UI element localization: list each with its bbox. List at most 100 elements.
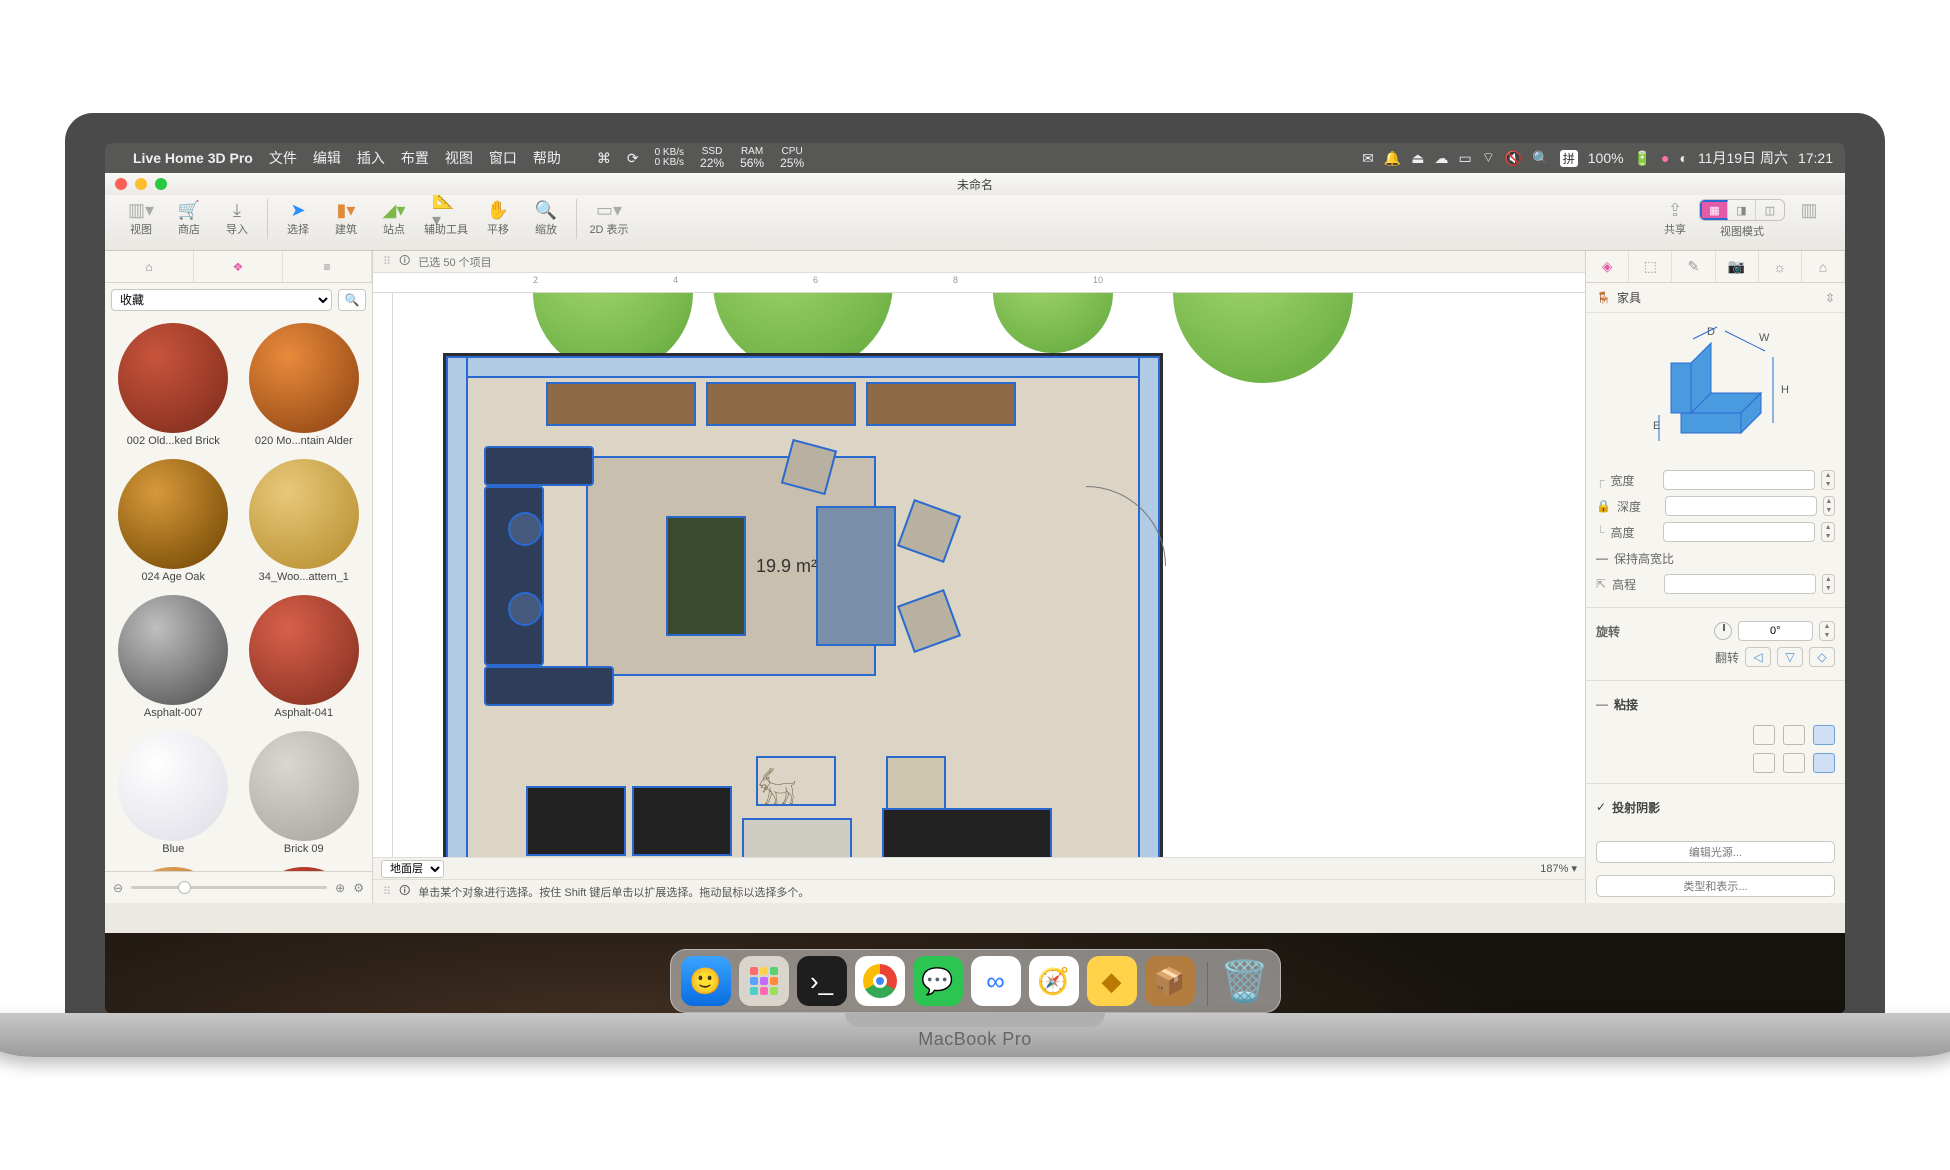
thumbnail-size-slider[interactable]: ⊖ ⊕ ⚙︎: [105, 871, 372, 903]
flip-vertical-button[interactable]: ▽: [1777, 647, 1803, 667]
tray-icon[interactable]: 🔔: [1384, 150, 1401, 167]
toolbar-import[interactable]: ⤓导入: [213, 199, 261, 237]
prop-cast-shadow[interactable]: ✓投射阴影: [1596, 794, 1835, 820]
toolbar-inspector[interactable]: ▥: [1785, 199, 1833, 221]
armchair[interactable]: [886, 756, 946, 816]
elevation-input[interactable]: [1664, 574, 1816, 594]
plant[interactable]: [1173, 293, 1353, 383]
depth-stepper[interactable]: ▲▼: [1823, 496, 1835, 516]
width-stepper[interactable]: ▲▼: [1821, 470, 1835, 490]
screen-mirror-icon[interactable]: ▭: [1458, 150, 1471, 167]
window[interactable]: [866, 382, 1016, 426]
toolbar-zoom[interactable]: 🔍缩放: [522, 199, 570, 237]
toolbar-build[interactable]: ▮▾建筑: [322, 199, 370, 237]
snap-option[interactable]: [1753, 725, 1775, 745]
tab-edit[interactable]: ✎: [1672, 251, 1715, 282]
inspector-section-header[interactable]: 🪑 家具 ⇳: [1586, 283, 1845, 313]
tab-project[interactable]: ≡: [283, 251, 372, 282]
tab-library[interactable]: ⌂: [105, 251, 194, 282]
grip-icon[interactable]: ⠿: [383, 255, 391, 268]
tab-materials[interactable]: ⬚: [1629, 251, 1672, 282]
tv-unit[interactable]: [632, 786, 732, 856]
gear-icon[interactable]: ⚙︎: [353, 881, 364, 895]
material-swatch[interactable]: Asphalt-041: [242, 595, 367, 723]
rotate-input[interactable]: [1738, 621, 1814, 641]
snap-option[interactable]: [1813, 753, 1835, 773]
menu-insert[interactable]: 插入: [357, 148, 385, 168]
toolbar-helpers[interactable]: 📐▾辅助工具: [418, 199, 474, 237]
menubar-date[interactable]: 11月19日 周六: [1698, 148, 1788, 168]
search-icon[interactable]: 🔍: [1532, 150, 1549, 167]
snap-option[interactable]: [1753, 753, 1775, 773]
floorplan-canvas[interactable]: 19.9 m² 𓃶: [373, 293, 1585, 857]
material-swatch[interactable]: 024 Age Oak: [111, 459, 236, 587]
type-representation-button[interactable]: 类型和表示...: [1596, 875, 1835, 897]
material-swatch[interactable]: Brick 09: [242, 731, 367, 859]
zoom-in-icon[interactable]: ⊕: [335, 881, 345, 895]
menubar-time[interactable]: 17:21: [1798, 150, 1833, 166]
ime-indicator[interactable]: 拼: [1560, 150, 1578, 167]
media-cabinet[interactable]: [742, 818, 852, 857]
wifi-icon[interactable]: ⌔: [1482, 149, 1495, 167]
depth-input[interactable]: [1665, 496, 1817, 516]
window[interactable]: [546, 382, 696, 426]
antlers-decor[interactable]: 𓃶: [756, 756, 836, 806]
cushion[interactable]: [508, 512, 542, 546]
view-3d-icon[interactable]: ◨: [1728, 200, 1756, 220]
rotate-dial[interactable]: [1714, 622, 1732, 640]
tab-camera[interactable]: 📷: [1716, 251, 1759, 282]
snap-option[interactable]: [1813, 725, 1835, 745]
view-2d-icon[interactable]: ▦: [1700, 200, 1728, 220]
tab-building[interactable]: ⌂: [1802, 251, 1845, 282]
tab-object[interactable]: ◈: [1586, 251, 1629, 282]
material-swatch[interactable]: 002 Old...ked Brick: [111, 323, 236, 451]
close-button[interactable]: [115, 178, 127, 190]
istat-icon[interactable]: ⌘: [597, 150, 611, 167]
sync-icon[interactable]: ⟳: [627, 150, 639, 167]
battery-icon[interactable]: 🔋: [1634, 150, 1651, 167]
material-swatch[interactable]: 34_Woo...attern_1: [242, 459, 367, 587]
snap-option[interactable]: [1783, 753, 1805, 773]
tv-unit[interactable]: [526, 786, 626, 856]
tab-materials[interactable]: ❖: [194, 251, 283, 282]
fullscreen-button[interactable]: [155, 178, 167, 190]
toolbar-pan[interactable]: ✋平移: [474, 199, 522, 237]
view-split-icon[interactable]: ◫: [1756, 200, 1784, 220]
sofa-section[interactable]: [484, 446, 594, 486]
desk[interactable]: [882, 808, 1052, 857]
toolbar-2d-rep[interactable]: ▭▾2D 表示: [583, 199, 635, 237]
lock-icon[interactable]: 🔒: [1596, 499, 1611, 513]
flip-horizontal-button[interactable]: ◁: [1745, 647, 1771, 667]
menu-arrange[interactable]: 布置: [401, 148, 429, 168]
material-category-select[interactable]: 收藏: [111, 289, 332, 311]
tray-icon[interactable]: ◐: [1679, 150, 1687, 166]
view-mode-segmented[interactable]: ▦ ◨ ◫: [1699, 199, 1785, 221]
zoom-out-icon[interactable]: ⊖: [113, 881, 123, 895]
volume-icon[interactable]: 🔇: [1505, 150, 1522, 167]
tray-icon[interactable]: ✉︎: [1362, 150, 1374, 167]
toolbar-share[interactable]: ⇪共享: [1651, 199, 1699, 237]
tray-icon[interactable]: ⏏︎: [1411, 150, 1424, 167]
height-stepper[interactable]: ▲▼: [1821, 522, 1835, 542]
edit-light-button[interactable]: 编辑光源...: [1596, 841, 1835, 863]
menu-edit[interactable]: 编辑: [313, 148, 341, 168]
search-button[interactable]: 🔍: [338, 289, 366, 311]
slider-thumb[interactable]: [178, 881, 191, 894]
toolbar-select[interactable]: ➤选择: [274, 199, 322, 237]
snap-option[interactable]: [1783, 725, 1805, 745]
cushion[interactable]: [508, 592, 542, 626]
menu-window[interactable]: 窗口: [489, 148, 517, 168]
coffee-table[interactable]: [666, 516, 746, 636]
menu-view[interactable]: 视图: [445, 148, 473, 168]
menu-help[interactable]: 帮助: [533, 148, 561, 168]
console-table[interactable]: [816, 506, 896, 646]
grip-icon[interactable]: ⠿: [383, 885, 391, 898]
toolbar-store[interactable]: 🛒商店: [165, 199, 213, 237]
menu-file[interactable]: 文件: [269, 148, 297, 168]
toolbar-view[interactable]: ▥▾视图: [117, 199, 165, 237]
tray-icon[interactable]: ●: [1661, 150, 1669, 166]
tab-light[interactable]: ☼: [1759, 251, 1802, 282]
minimize-button[interactable]: [135, 178, 147, 190]
elevation-stepper[interactable]: ▲▼: [1822, 574, 1835, 594]
floor-level-select[interactable]: 地面层: [381, 860, 444, 878]
